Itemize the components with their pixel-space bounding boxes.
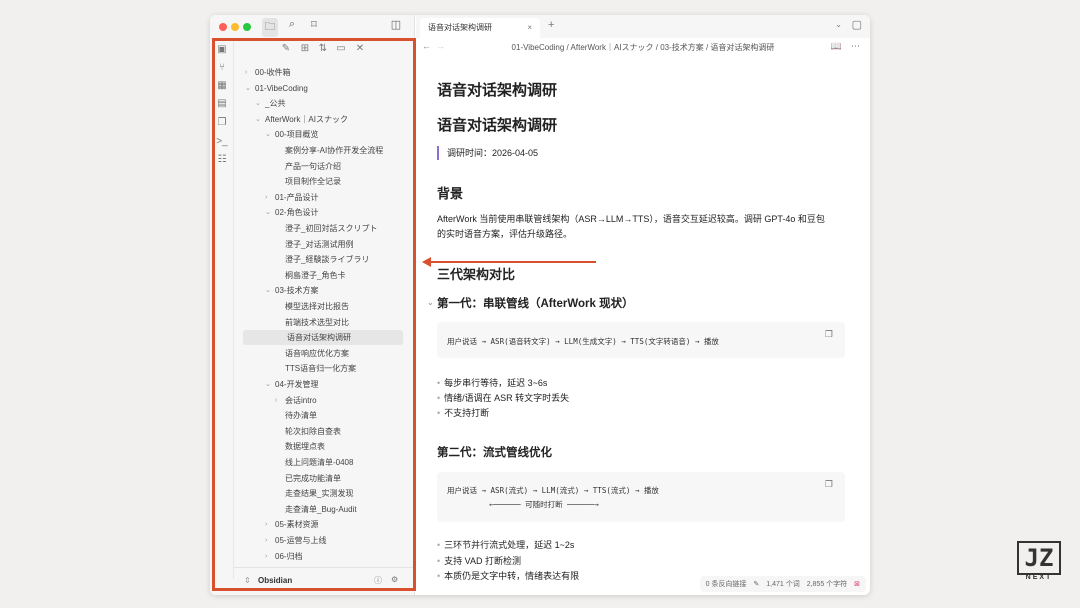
code-gen1-text: 用户说话 → ASR(语音转文字) → LLM(生成文字) → TTS(文字转语… (447, 337, 719, 346)
blockquote-date: 调研时间：2026-04-05 (437, 146, 538, 160)
bookmark-icon[interactable]: ⌑ (306, 18, 322, 31)
highlight-box (212, 38, 416, 591)
tab-list-chevron-icon[interactable]: ⌄ (835, 20, 842, 29)
list-item: • 三环节并行流式处理，延迟 1~2s (437, 540, 575, 550)
word-count: 1,471 个词 (766, 581, 800, 588)
jz-next-logo: JZ NEXT (1015, 541, 1063, 583)
copy-code-icon[interactable]: ❐ (825, 480, 833, 490)
inline-title[interactable]: 语音对话架构调研 (437, 79, 557, 100)
maximize-window-button[interactable] (243, 23, 251, 31)
reading-view-icon[interactable]: 📖 (831, 41, 842, 52)
background-line-2: 的实时语音方案，评估升级路径。 (437, 229, 573, 239)
breadcrumb[interactable]: 01-VibeCoding / AfterWork｜AIスナック / 03-技术… (416, 41, 870, 55)
close-window-button[interactable] (219, 23, 227, 31)
list-item: • 本质仍是文字中转，情绪表达有限 (437, 571, 580, 581)
annotation-arrow (422, 257, 596, 267)
folder-icon[interactable]: 🗀 (262, 18, 278, 37)
heading-gen2: 第二代：流式管线优化 (437, 447, 552, 459)
copy-code-icon[interactable]: ❐ (825, 330, 833, 340)
list-item: • 支持 VAD 打断检测 (437, 556, 521, 566)
char-count: 2,855 个字符 (806, 581, 848, 588)
heading-1: 语音对话架构调研 (437, 117, 558, 134)
more-options-icon[interactable]: ⋯ (851, 41, 860, 52)
list-item: • 不支持打断 (437, 408, 490, 418)
sync-status-icon[interactable]: ⊠ (854, 581, 860, 588)
tab-title: 语音对话架构调研 (428, 23, 492, 32)
background-line-1: AfterWork 当前使用串联管线架构（ASR→LLM→TTS），语音交互延迟… (437, 214, 825, 224)
minimize-window-button[interactable] (231, 23, 239, 31)
edit-mode-icon[interactable]: ✎ (753, 581, 759, 588)
search-icon[interactable]: ⌕ (284, 18, 300, 31)
editor-pane: 语音对话架构调研 × + ⌄ ▢ ← → 01-VibeCoding / Afte… (416, 15, 870, 595)
status-bar: 0 条反向链接 ✎ 1,471 个词 2,855 个字符 ⊠ (699, 576, 866, 592)
sidebar-toggle-icon[interactable]: ◫ (388, 18, 404, 31)
heading-background: 背景 (437, 186, 464, 201)
tab-active[interactable]: 语音对话架构调研 × (420, 18, 540, 38)
list-item: • 每步串行等待，延迟 3~6s (437, 378, 548, 388)
code-block-gen1: 用户说话 → ASR(语音转文字) → LLM(生成文字) → TTS(文字转语… (437, 322, 845, 358)
code-block-gen2: 用户说话 → ASR(流式) → LLM(流式) → TTS(流式) → 播放 … (437, 472, 845, 522)
tab-close-button[interactable]: × (527, 18, 532, 38)
collapse-chevron-icon[interactable]: ⌄ (427, 298, 434, 307)
backlinks-count[interactable]: 0 条反向链接 (706, 581, 747, 588)
tab-bar: 语音对话架构调研 × + ⌄ ▢ (416, 15, 870, 38)
list-item: • 情绪/语调在 ASR 转文字时丢失 (437, 393, 570, 403)
code-gen2-line1: 用户说话 → ASR(流式) → LLM(流式) → TTS(流式) → 播放 (447, 486, 659, 495)
new-tab-button[interactable]: + (548, 19, 554, 31)
code-gen2-line2: ←────── 可随时打断 ──────→ (489, 500, 599, 509)
heading-gen1: 第一代：串联管线（AfterWork 现状） (437, 298, 634, 310)
right-sidebar-toggle-icon[interactable]: ▢ (852, 18, 862, 31)
